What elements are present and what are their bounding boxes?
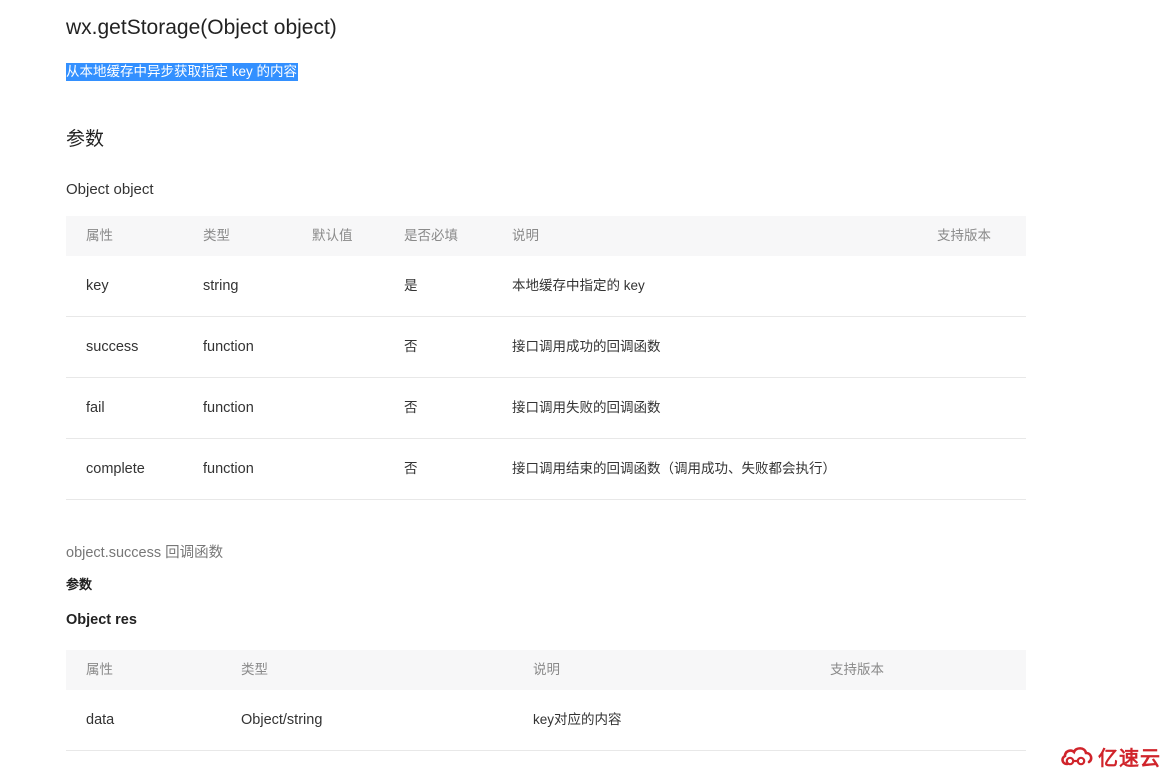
callback-label: object.success 回调函数 xyxy=(66,545,224,561)
api-description: 从本地缓存中异步获取指定 key 的内容 xyxy=(66,63,299,81)
header-desc: 说明 xyxy=(512,228,539,243)
cell-attr: data xyxy=(86,712,115,728)
cell-attr: fail xyxy=(86,400,105,416)
table-row: fail function 否 接口调用失败的回调函数 xyxy=(66,378,1026,439)
params-table: 属性 类型 默认值 是否必填 说明 支持版本 key string 是 本地缓存… xyxy=(66,216,1026,500)
callback-params-heading: 参数 xyxy=(66,577,93,592)
header-default: 默认值 xyxy=(312,228,353,243)
cell-desc: 接口调用结束的回调函数（调用成功、失败都会执行） xyxy=(512,461,836,476)
cell-attr: key xyxy=(86,278,109,294)
res-label: Object res xyxy=(66,612,137,628)
cell-required: 是 xyxy=(404,278,418,293)
header-attr: 属性 xyxy=(86,228,113,243)
cell-desc: 接口调用失败的回调函数 xyxy=(512,400,661,415)
table-header: 属性 类型 默认值 是否必填 说明 支持版本 xyxy=(66,216,1026,256)
page-title: wx.getStorage(Object object) xyxy=(66,16,337,39)
res-table: 属性 类型 说明 支持版本 data Object/string key对应的内… xyxy=(66,650,1026,751)
cell-desc: key对应的内容 xyxy=(533,712,622,727)
cell-required: 否 xyxy=(404,461,418,476)
header-type: 类型 xyxy=(241,662,268,677)
header-desc: 说明 xyxy=(533,662,560,677)
header-attr: 属性 xyxy=(86,662,113,677)
object-label: Object object xyxy=(66,181,154,198)
cell-type: Object/string xyxy=(241,712,323,728)
table-row: key string 是 本地缓存中指定的 key xyxy=(66,256,1026,317)
cell-type: function xyxy=(203,339,254,355)
table-header: 属性 类型 说明 支持版本 xyxy=(66,650,1026,690)
watermark-text: 亿速云 xyxy=(1098,747,1161,770)
cell-type: string xyxy=(203,278,239,294)
header-version: 支持版本 xyxy=(937,228,991,243)
header-required: 是否必填 xyxy=(404,228,458,243)
table-row: success function 否 接口调用成功的回调函数 xyxy=(66,317,1026,378)
header-version: 支持版本 xyxy=(830,662,884,677)
watermark: 亿速云 xyxy=(1059,743,1161,770)
header-type: 类型 xyxy=(203,228,230,243)
table-row: data Object/string key对应的内容 xyxy=(66,690,1026,751)
cell-required: 否 xyxy=(404,339,418,354)
cloud-logo-icon xyxy=(1061,747,1093,766)
cell-required: 否 xyxy=(404,400,418,415)
cell-desc: 本地缓存中指定的 key xyxy=(512,278,645,293)
params-heading: 参数 xyxy=(66,129,105,150)
cell-attr: success xyxy=(86,339,139,355)
cell-type: function xyxy=(203,400,254,416)
cell-desc: 接口调用成功的回调函数 xyxy=(512,339,661,354)
table-row: complete function 否 接口调用结束的回调函数（调用成功、失败都… xyxy=(66,439,1026,500)
cell-type: function xyxy=(203,461,254,477)
cell-attr: complete xyxy=(86,461,145,477)
